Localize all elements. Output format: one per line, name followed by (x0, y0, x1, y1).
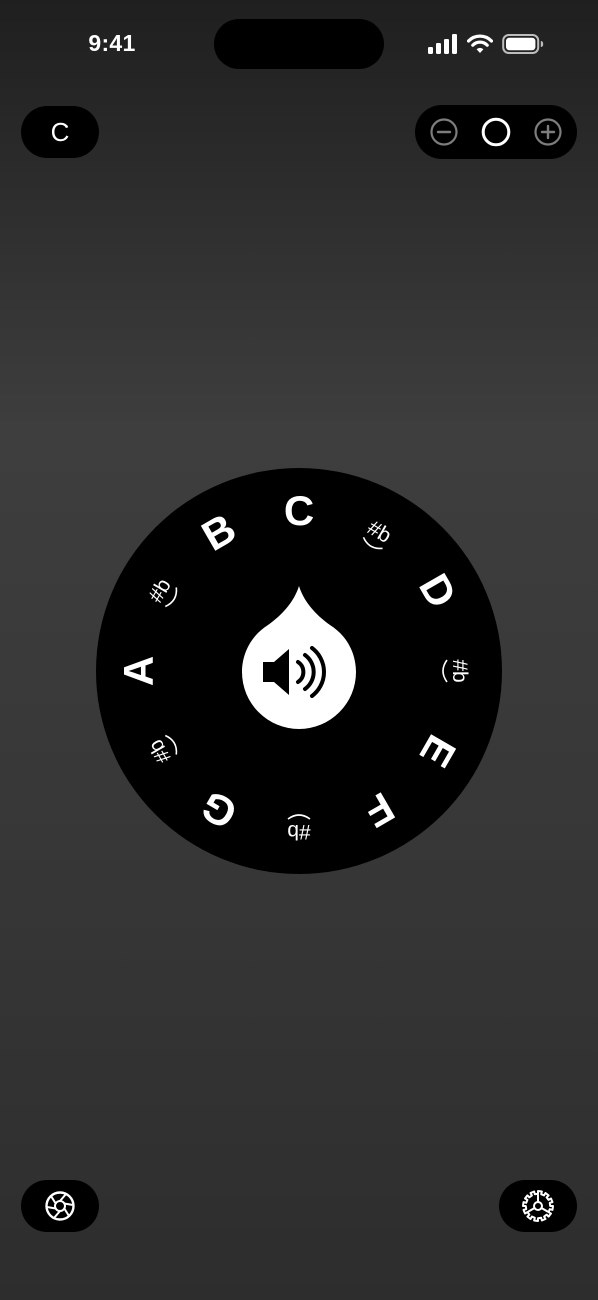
gear-spoke (540, 1207, 549, 1213)
status-bar: 9:41 (0, 0, 598, 88)
key-selector-label: C (50, 116, 70, 147)
note-label: G (193, 782, 245, 839)
note-accidental-1[interactable]: #b (361, 516, 395, 552)
circle-icon (481, 117, 511, 147)
note-label: B (194, 504, 244, 560)
wifi-icon (467, 34, 493, 53)
gear-hub (533, 1201, 543, 1211)
battery-icon (502, 34, 544, 54)
note-accidental-6[interactable]: #b (287, 814, 311, 843)
note-label: #b (448, 659, 471, 682)
note-label: E (411, 727, 466, 775)
note-e[interactable]: E (411, 727, 466, 775)
gear-icon (522, 1190, 554, 1222)
play-pitch-button[interactable] (234, 582, 364, 732)
note-d[interactable]: D (410, 566, 466, 616)
note-label: C (284, 487, 314, 534)
status-time: 9:41 (88, 30, 136, 56)
note-g[interactable]: G (193, 782, 245, 839)
settings-button[interactable] (499, 1180, 577, 1232)
note-f[interactable]: F (356, 783, 402, 837)
enharmonic-tie (442, 659, 448, 683)
pitch-pipe-dial[interactable]: C #b D #b E F #b G #b A #b B (96, 468, 502, 874)
note-b[interactable]: B (194, 504, 244, 560)
octave-control (415, 105, 577, 159)
note-accidental-3[interactable]: #b (442, 659, 471, 683)
note-label: D (410, 566, 466, 616)
note-accidental-10[interactable]: #b (144, 575, 180, 609)
note-c[interactable]: C (284, 487, 314, 534)
note-label: A (115, 656, 162, 686)
cellular-signal-icon (428, 34, 457, 54)
octave-decrease-button[interactable] (429, 117, 459, 147)
note-a[interactable]: A (115, 656, 162, 686)
status-icons (428, 31, 544, 57)
octave-increase-button[interactable] (533, 117, 563, 147)
mode-button[interactable] (21, 1180, 99, 1232)
octave-indicator (481, 117, 511, 147)
dynamic-island (214, 19, 384, 69)
minus-circle-icon (430, 118, 458, 146)
aperture-icon (45, 1191, 75, 1221)
key-selector-button[interactable]: C (21, 106, 99, 158)
enharmonic-tie (287, 814, 311, 820)
gear-spoke (527, 1207, 536, 1213)
note-accidental-8[interactable]: #b (144, 733, 180, 767)
note-label: F (356, 783, 402, 837)
plus-circle-icon (534, 118, 562, 146)
note-label: #b (287, 820, 310, 843)
